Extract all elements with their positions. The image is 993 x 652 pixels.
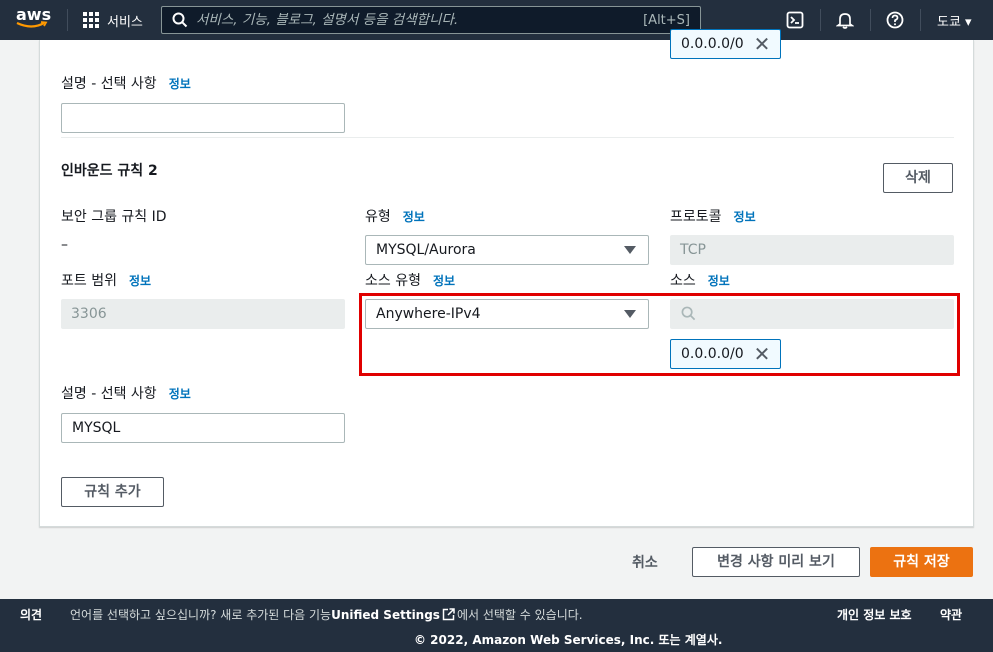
copyright-text: © 2022, Amazon Web Services, Inc. 또는 계열사… bbox=[414, 633, 723, 647]
info-link[interactable]: 정보 bbox=[403, 210, 425, 224]
source-type-label: 소스 유형 bbox=[365, 273, 421, 289]
protocol-input: TCP bbox=[670, 235, 954, 265]
info-link[interactable]: 정보 bbox=[169, 77, 191, 91]
inbound-rules-panel: 0.0.0.0/0 ✕ 설명 - 선택 사항 정보 인바운드 규칙 2 삭제 보안… bbox=[39, 29, 974, 527]
services-label: 서비스 bbox=[107, 14, 143, 30]
type-label: 유형 bbox=[365, 209, 391, 225]
unified-settings-link[interactable]: Unified Settings bbox=[331, 608, 440, 622]
external-link-icon bbox=[442, 608, 455, 621]
aws-logo-text: aws bbox=[16, 5, 52, 24]
services-menu-button[interactable]: 서비스 bbox=[83, 10, 143, 30]
preview-changes-button[interactable]: 변경 사항 미리 보기 bbox=[692, 547, 860, 577]
port-field-label: 포트 범위 정보 bbox=[61, 270, 151, 290]
sg-rule-id-label: 보안 그룹 규칙 ID bbox=[61, 209, 167, 225]
grid-icon bbox=[83, 12, 99, 28]
rule-title: 인바운드 규칙 2 bbox=[61, 163, 158, 179]
description-input[interactable]: MYSQL bbox=[61, 413, 345, 443]
top-navigation: aws 서비스 [Alt+S] 도쿄 ▾ bbox=[0, 0, 993, 40]
description-field-label: 설명 - 선택 사항 정보 bbox=[61, 383, 191, 403]
add-rule-button[interactable]: 규칙 추가 bbox=[61, 477, 164, 507]
aws-logo[interactable]: aws bbox=[16, 5, 52, 33]
info-link[interactable]: 정보 bbox=[708, 274, 730, 288]
nav-divider bbox=[820, 9, 821, 31]
save-rules-button[interactable]: 규칙 저장 bbox=[870, 547, 973, 577]
privacy-link[interactable]: 개인 정보 보호 bbox=[837, 606, 912, 623]
type-select-value: MYSQL/Aurora bbox=[376, 242, 476, 258]
region-selector[interactable]: 도쿄 ▾ bbox=[937, 11, 972, 30]
search-shortcut-hint: [Alt+S] bbox=[643, 12, 690, 28]
info-link[interactable]: 정보 bbox=[433, 274, 455, 288]
description-input[interactable] bbox=[61, 103, 345, 133]
type-select[interactable]: MYSQL/Aurora bbox=[365, 235, 649, 265]
bell-icon[interactable] bbox=[835, 10, 855, 30]
search-icon bbox=[172, 12, 188, 28]
source-label: 소스 bbox=[670, 273, 696, 289]
nav-divider bbox=[67, 9, 68, 31]
help-icon[interactable] bbox=[885, 10, 905, 30]
rule-divider bbox=[61, 137, 954, 138]
language-notice-pre: 언어를 선택하고 싶으십니까? 새로 추가된 다음 기능 bbox=[70, 608, 332, 622]
source-cidr-token: 0.0.0.0/0 ✕ bbox=[670, 29, 782, 59]
close-icon[interactable]: ✕ bbox=[754, 34, 771, 54]
info-link[interactable]: 정보 bbox=[169, 387, 191, 401]
search-bar[interactable]: [Alt+S] bbox=[161, 6, 701, 34]
sg-rule-id-value: – bbox=[61, 237, 68, 253]
info-link[interactable]: 정보 bbox=[734, 210, 756, 224]
caret-down-icon bbox=[624, 246, 636, 254]
terms-link[interactable]: 약관 bbox=[940, 606, 962, 623]
source-type-field-label: 소스 유형 정보 bbox=[365, 270, 455, 290]
source-cidr-token-label: 0.0.0.0/0 bbox=[681, 36, 744, 52]
cancel-button[interactable]: 취소 bbox=[632, 552, 658, 572]
port-range-input: 3306 bbox=[61, 299, 345, 329]
highlight-box bbox=[359, 293, 960, 376]
port-label: 포트 범위 bbox=[61, 273, 117, 289]
description-label: 설명 - 선택 사항 bbox=[61, 76, 157, 92]
cloudshell-icon[interactable] bbox=[785, 10, 805, 30]
search-input[interactable] bbox=[196, 12, 644, 28]
info-link[interactable]: 정보 bbox=[129, 274, 151, 288]
language-notice: 언어를 선택하고 싶으십니까? 새로 추가된 다음 기능Unified Sett… bbox=[70, 606, 583, 623]
source-field-label: 소스 정보 bbox=[670, 270, 730, 290]
delete-rule-button[interactable]: 삭제 bbox=[883, 163, 953, 193]
description-field-label: 설명 - 선택 사항 정보 bbox=[61, 73, 191, 93]
footer: 의견 언어를 선택하고 싶으십니까? 새로 추가된 다음 기능Unified S… bbox=[0, 599, 993, 652]
nav-divider bbox=[870, 9, 871, 31]
nav-divider bbox=[920, 9, 921, 31]
feedback-link[interactable]: 의견 bbox=[20, 606, 42, 623]
protocol-field-label: 프로토콜 정보 bbox=[670, 206, 756, 226]
protocol-label: 프로토콜 bbox=[670, 209, 722, 225]
language-notice-post: 에서 선택할 수 있습니다. bbox=[456, 608, 583, 622]
description-label: 설명 - 선택 사항 bbox=[61, 386, 157, 402]
type-field-label: 유형 정보 bbox=[365, 206, 425, 226]
